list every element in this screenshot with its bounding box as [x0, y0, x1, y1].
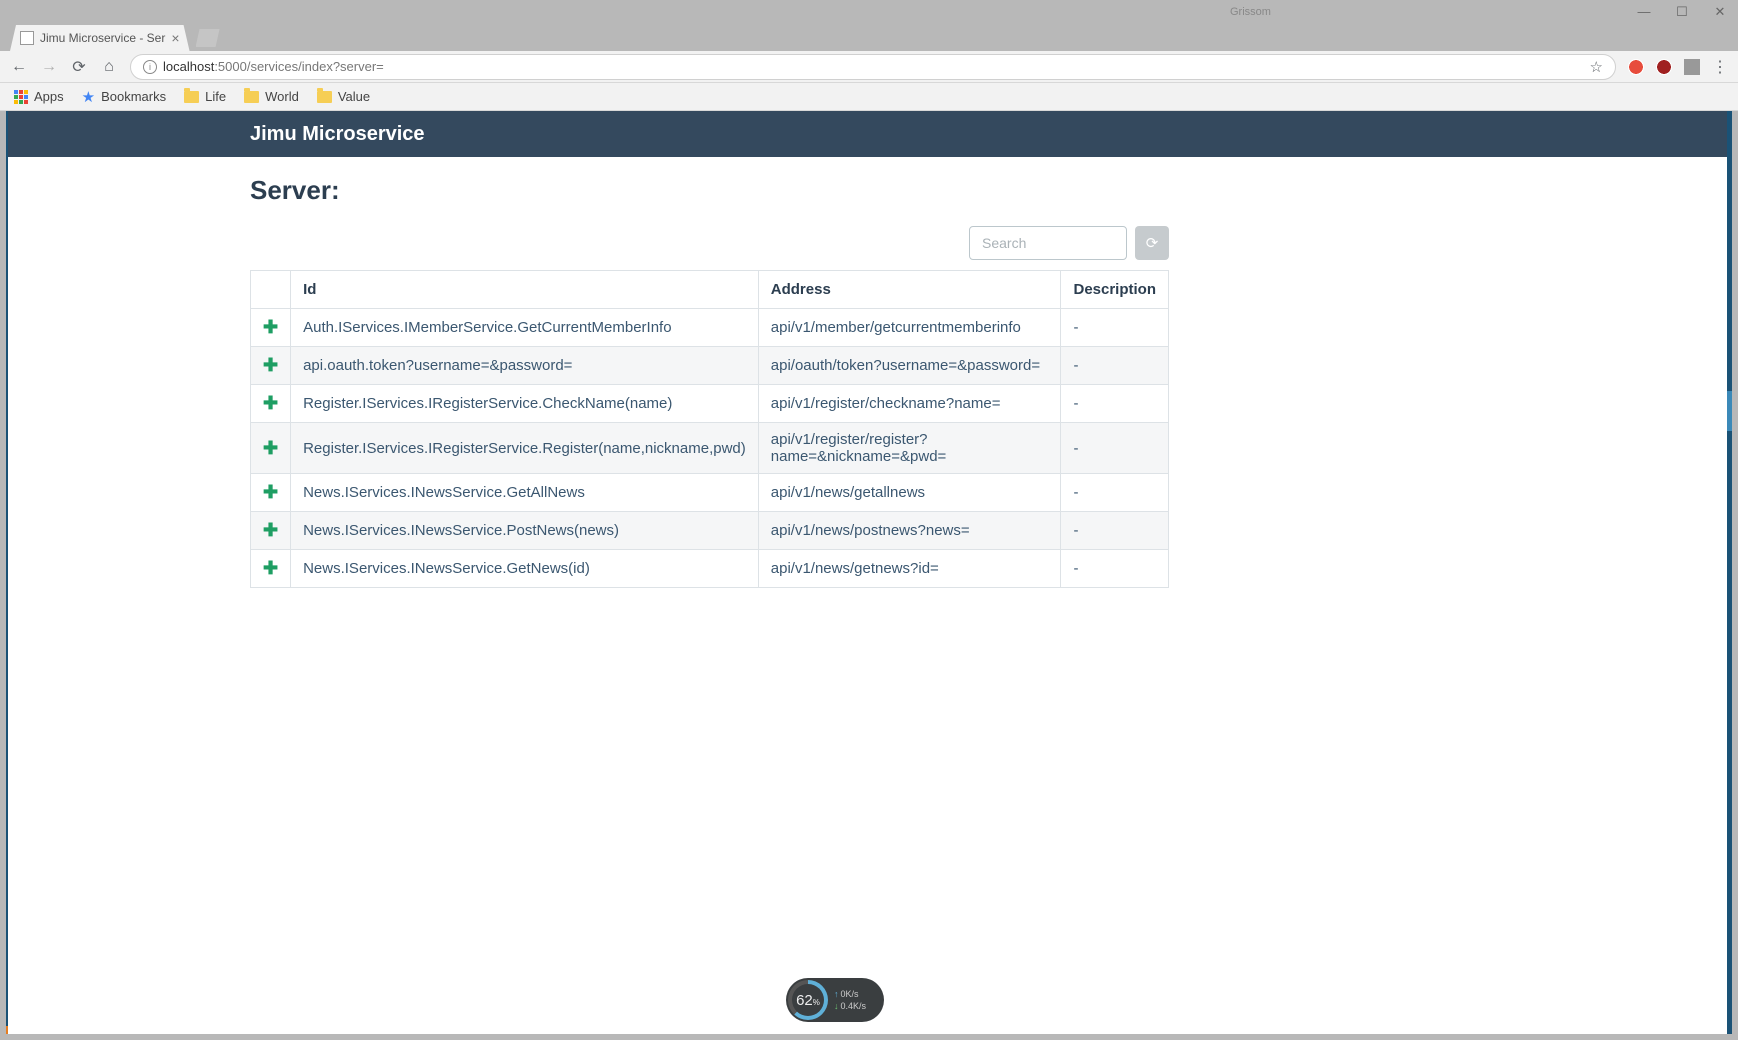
expand-icon[interactable]: ✚ [251, 347, 291, 385]
tab-close-icon[interactable]: × [171, 30, 179, 46]
folder-icon [244, 91, 259, 103]
table-row: ✚api.oauth.token?username=&password=api/… [251, 347, 1169, 385]
expand-icon[interactable]: ✚ [251, 385, 291, 423]
browser-tab-strip: Jimu Microservice - Ser × [0, 23, 1738, 51]
expand-icon[interactable]: ✚ [251, 474, 291, 512]
apps-button[interactable]: Apps [14, 89, 64, 104]
window-minimize-button[interactable]: — [1634, 4, 1654, 19]
cell-address: api/oauth/token?username=&password= [758, 347, 1061, 385]
table-row: ✚News.IServices.INewsService.GetAllNewsa… [251, 474, 1169, 512]
browser-menu-button[interactable]: ⋮ [1712, 57, 1728, 77]
expand-icon[interactable]: ✚ [251, 309, 291, 347]
app-header: Jimu Microservice [6, 111, 1732, 157]
bookmark-label: Apps [34, 89, 64, 104]
browser-toolbar: ← → ⟳ ⌂ i localhost:5000/services/index?… [0, 51, 1738, 83]
col-id: Id [291, 271, 759, 309]
expand-icon[interactable]: ✚ [251, 512, 291, 550]
cell-id: News.IServices.INewsService.GetAllNews [291, 474, 759, 512]
bookmark-label: Bookmarks [101, 89, 166, 104]
table-row: ✚Register.IServices.IRegisterService.Che… [251, 385, 1169, 423]
extension-icon[interactable] [1684, 59, 1700, 75]
cell-address: api/v1/news/getallnews [758, 474, 1061, 512]
url-text: localhost:5000/services/index?server= [163, 59, 384, 74]
browser-tab[interactable]: Jimu Microservice - Ser × [10, 25, 190, 51]
cell-id: api.oauth.token?username=&password= [291, 347, 759, 385]
cpu-percent: 62% [796, 992, 820, 1009]
cell-description: - [1061, 474, 1169, 512]
network-stats: 0K/s 0.4K/s [834, 989, 866, 1011]
table-row: ✚News.IServices.INewsService.GetNews(id)… [251, 550, 1169, 588]
net-download: 0.4K/s [834, 1001, 866, 1011]
cell-id: News.IServices.INewsService.GetNews(id) [291, 550, 759, 588]
bookmark-label: Life [205, 89, 226, 104]
table-row: ✚Auth.IServices.IMemberService.GetCurren… [251, 309, 1169, 347]
system-overlay-widget[interactable]: 62% 0K/s 0.4K/s [786, 978, 884, 1022]
cell-description: - [1061, 512, 1169, 550]
cell-id: Register.IServices.IRegisterService.Chec… [291, 385, 759, 423]
cell-id: Auth.IServices.IMemberService.GetCurrent… [291, 309, 759, 347]
extension-icon[interactable] [1628, 59, 1644, 75]
bookmark-folder-world[interactable]: World [244, 89, 299, 104]
cell-description: - [1061, 385, 1169, 423]
window-user-label: Grissom [0, 6, 1271, 18]
table-header-row: Id Address Description [251, 271, 1169, 309]
bookmark-folder-life[interactable]: Life [184, 89, 226, 104]
bookmarks-bar: Apps ★ Bookmarks Life World Value [0, 83, 1738, 111]
folder-icon [317, 91, 332, 103]
new-tab-button[interactable] [196, 29, 220, 47]
tab-title: Jimu Microservice - Ser [40, 31, 165, 45]
net-upload: 0K/s [834, 989, 866, 999]
search-row: ⟳ [250, 226, 1169, 260]
bookmark-item[interactable]: ★ Bookmarks [82, 88, 166, 106]
window-titlebar: Grissom — ☐ ✕ [0, 0, 1738, 23]
right-accent [1727, 111, 1732, 1034]
table-row: ✚Register.IServices.IRegisterService.Reg… [251, 423, 1169, 474]
reload-button[interactable]: ⟳ [70, 57, 88, 77]
cell-address: api/v1/register/register?name=&nickname=… [758, 423, 1061, 474]
services-table: Id Address Description ✚Auth.IServices.I… [250, 270, 1169, 588]
back-button[interactable]: ← [10, 58, 28, 76]
star-icon: ★ [82, 88, 95, 106]
bookmark-label: World [265, 89, 299, 104]
home-button[interactable]: ⌂ [100, 58, 118, 76]
url-bar[interactable]: i localhost:5000/services/index?server= … [130, 54, 1616, 80]
page-icon [20, 31, 34, 45]
cell-description: - [1061, 347, 1169, 385]
site-info-icon[interactable]: i [143, 60, 157, 74]
forward-button[interactable]: → [40, 58, 58, 76]
app-title: Jimu Microservice [250, 123, 425, 146]
bookmark-folder-value[interactable]: Value [317, 89, 370, 104]
window-maximize-button[interactable]: ☐ [1672, 4, 1692, 20]
folder-icon [184, 91, 199, 103]
left-accent [6, 111, 8, 1034]
search-input[interactable] [969, 226, 1127, 260]
cell-id: Register.IServices.IRegisterService.Regi… [291, 423, 759, 474]
window-close-button[interactable]: ✕ [1710, 4, 1730, 20]
cell-address: api/v1/news/postnews?news= [758, 512, 1061, 550]
col-address: Address [758, 271, 1061, 309]
cell-address: api/v1/register/checkname?name= [758, 385, 1061, 423]
expand-icon[interactable]: ✚ [251, 550, 291, 588]
refresh-button[interactable]: ⟳ [1135, 226, 1169, 260]
cpu-gauge: 62% [788, 980, 828, 1020]
bookmark-star-icon[interactable]: ☆ [1590, 58, 1603, 76]
cell-description: - [1061, 309, 1169, 347]
page-heading: Server: [250, 175, 1169, 206]
expand-icon[interactable]: ✚ [251, 423, 291, 474]
cell-address: api/v1/news/getnews?id= [758, 550, 1061, 588]
refresh-icon: ⟳ [1146, 234, 1159, 252]
table-row: ✚News.IServices.INewsService.PostNews(ne… [251, 512, 1169, 550]
col-expand [251, 271, 291, 309]
page-content: Server: ⟳ Id Address Description ✚Auth.I… [6, 157, 1169, 588]
apps-icon [14, 90, 28, 104]
col-description: Description [1061, 271, 1169, 309]
cell-description: - [1061, 550, 1169, 588]
page-viewport: Jimu Microservice Server: ⟳ Id Address D… [6, 111, 1732, 1034]
cell-address: api/v1/member/getcurrentmemberinfo [758, 309, 1061, 347]
cell-description: - [1061, 423, 1169, 474]
bookmark-label: Value [338, 89, 370, 104]
cell-id: News.IServices.INewsService.PostNews(new… [291, 512, 759, 550]
extension-icon[interactable] [1656, 59, 1672, 75]
